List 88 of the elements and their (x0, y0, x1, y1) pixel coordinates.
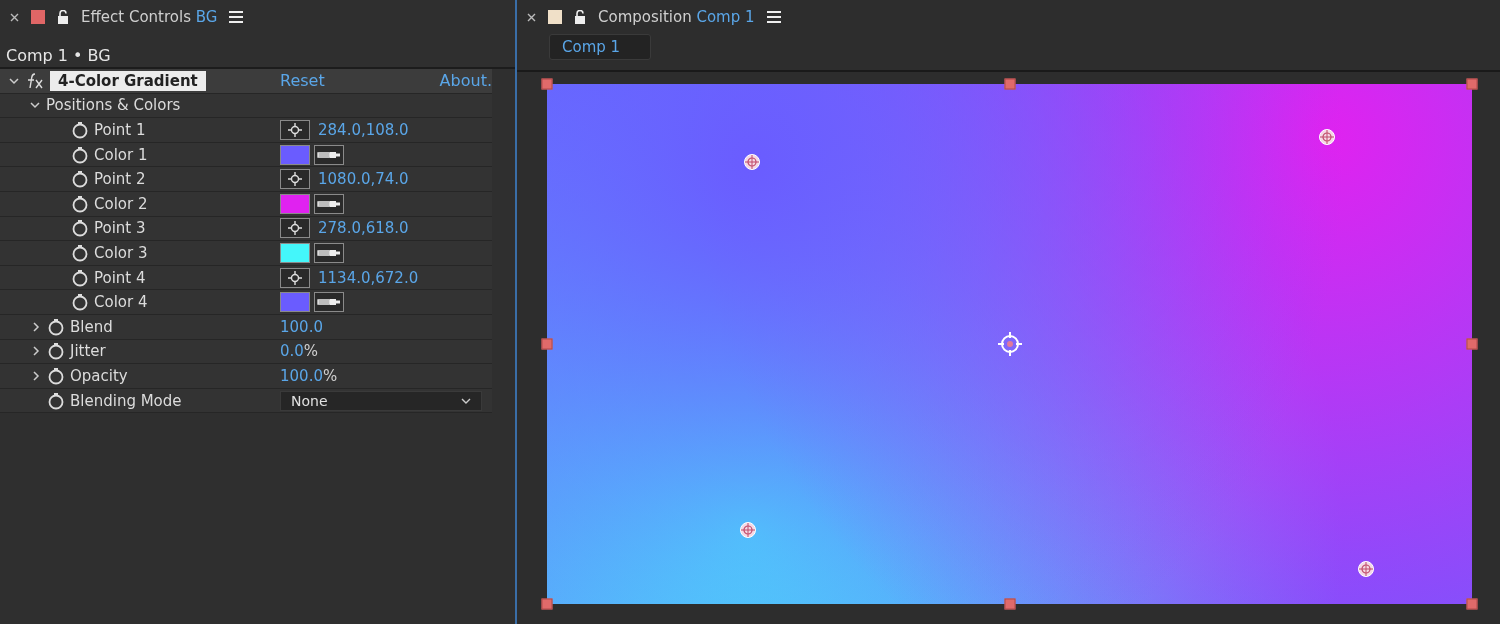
point-picker-button[interactable] (280, 218, 310, 239)
stopwatch-icon[interactable] (48, 391, 64, 410)
chevron-right-icon[interactable] (31, 321, 41, 332)
anchor-point-icon[interactable] (996, 331, 1023, 357)
property-label: Point 4 (94, 268, 146, 287)
crosshair-icon (288, 270, 302, 285)
layer-handle[interactable] (1466, 338, 1478, 350)
chevron-down-icon[interactable] (9, 75, 19, 86)
stopwatch-icon[interactable] (72, 121, 88, 139)
point-value[interactable]: 1134.0,672.0 (318, 268, 419, 287)
point-picker-button[interactable] (280, 169, 310, 190)
point-marker-icon[interactable] (743, 153, 762, 171)
property-label: Jitter (70, 342, 106, 361)
property-label: Point 2 (94, 170, 146, 189)
layer-handle[interactable] (541, 78, 553, 90)
caret-icon (461, 397, 471, 404)
property-label: Opacity (70, 366, 128, 385)
group-label: Positions & Colors (46, 96, 181, 115)
effect-name: 4-Color Gradient (50, 70, 206, 91)
crosshair-icon (288, 123, 302, 137)
layer-handle[interactable] (541, 338, 553, 350)
point-picker-button[interactable] (280, 120, 310, 140)
point-marker-icon[interactable] (738, 521, 757, 540)
property-label: Color 1 (94, 145, 148, 164)
eyedropper-button[interactable] (314, 292, 344, 313)
unit-label: % (322, 366, 338, 385)
menu-icon[interactable] (229, 11, 244, 23)
eyedropper-button[interactable] (314, 193, 344, 214)
point-value[interactable]: 284.0,108.0 (318, 121, 409, 139)
stopwatch-icon[interactable] (48, 342, 64, 361)
property-value[interactable]: 100.0 (280, 317, 323, 336)
property-label: Blend (70, 317, 113, 336)
point-marker-icon[interactable] (1318, 128, 1337, 147)
color-swatch[interactable] (280, 292, 310, 313)
chevron-right-icon[interactable] (31, 346, 41, 357)
fx-icon (26, 71, 44, 90)
stopwatch-icon[interactable] (72, 170, 88, 189)
layer-handle[interactable] (1466, 78, 1478, 90)
lock-icon[interactable] (57, 10, 69, 24)
point-value[interactable]: 1080.0,74.0 (318, 170, 409, 189)
eyedropper-button[interactable] (314, 144, 344, 165)
crosshair-icon (288, 221, 302, 236)
layer-handle[interactable] (1466, 598, 1478, 610)
eyedropper-button[interactable] (314, 242, 344, 263)
eyedropper-icon (317, 297, 341, 308)
point-marker-icon[interactable] (1357, 560, 1376, 579)
property-label: Color 4 (94, 293, 148, 312)
point-picker-button[interactable] (280, 267, 310, 288)
property-label: Point 3 (94, 219, 146, 238)
stopwatch-icon[interactable] (72, 219, 88, 238)
color-swatch[interactable] (280, 242, 310, 263)
layer-handle[interactable] (1004, 78, 1015, 90)
stopwatch-icon[interactable] (48, 366, 64, 385)
property-value[interactable]: 100.0 (280, 366, 323, 385)
property-label: Color 2 (94, 194, 148, 213)
eyedropper-icon (317, 247, 341, 258)
panel-title: Effect Controls BG (81, 8, 218, 26)
crosshair-icon (288, 172, 302, 187)
stopwatch-icon[interactable] (72, 145, 88, 164)
property-value[interactable]: 0.0 (280, 342, 304, 361)
layer-handle[interactable] (1004, 598, 1015, 610)
about-link[interactable]: About. (439, 71, 492, 91)
eyedropper-icon (317, 149, 341, 160)
panel-title: Composition Comp 1 (598, 8, 755, 26)
stopwatch-icon[interactable] (72, 268, 88, 287)
unit-label: % (303, 342, 319, 361)
stopwatch-icon[interactable] (48, 317, 64, 336)
stopwatch-icon[interactable] (72, 243, 88, 262)
stopwatch-icon[interactable] (72, 293, 88, 312)
eyedropper-icon (317, 198, 341, 209)
comp-tab[interactable]: Comp 1 (549, 34, 651, 60)
reset-link[interactable]: Reset (280, 71, 325, 91)
breadcrumb: Comp 1 • BG (6, 46, 111, 65)
property-label: Point 1 (94, 121, 146, 139)
chevron-right-icon[interactable] (31, 370, 41, 381)
close-icon[interactable] (527, 12, 536, 22)
layer-handle[interactable] (541, 598, 553, 610)
color-swatch[interactable] (280, 193, 310, 214)
point-value[interactable]: 278.0,618.0 (318, 219, 409, 238)
blending-mode-dropdown[interactable]: None (280, 390, 482, 411)
chevron-down-icon[interactable] (30, 100, 40, 111)
color-swatch[interactable] (280, 144, 310, 165)
menu-icon[interactable] (766, 11, 781, 23)
property-label: Color 3 (94, 243, 148, 262)
stopwatch-icon[interactable] (72, 194, 88, 213)
close-icon[interactable] (10, 12, 19, 22)
lock-icon[interactable] (574, 10, 586, 24)
property-label: Blending Mode (70, 391, 182, 410)
